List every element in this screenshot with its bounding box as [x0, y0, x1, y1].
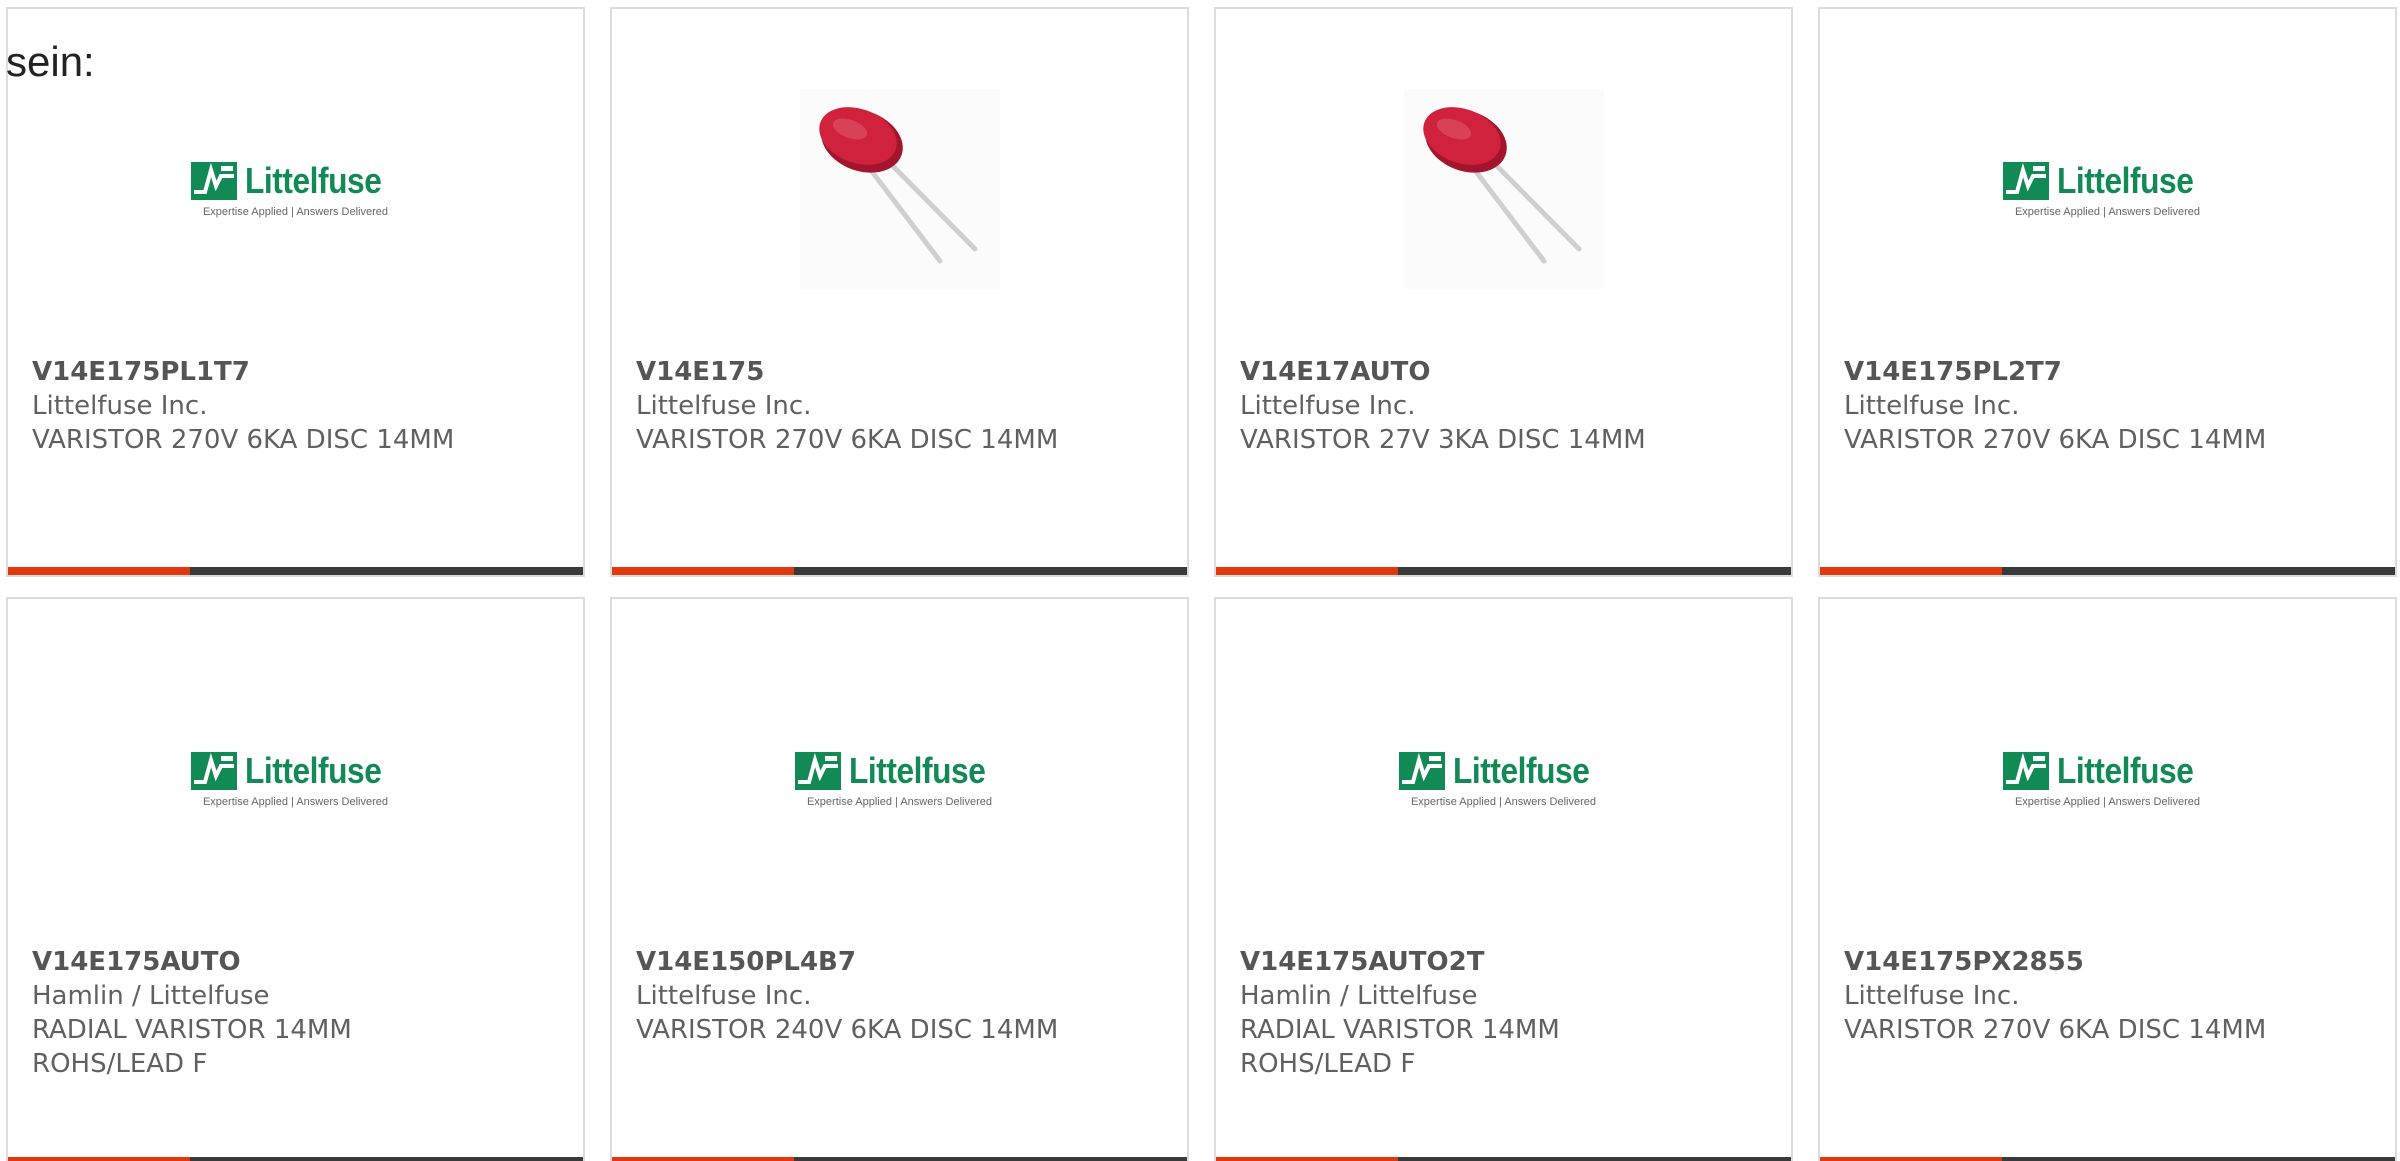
littelfuse-logo-icon: [1398, 752, 1445, 790]
card-bottom-bar: [8, 567, 583, 575]
product-description: VARISTOR 27V 3KA DISC 14MM: [1240, 425, 1646, 455]
product-image[interactable]: Littelfuse Expertise Applied | Answers D…: [8, 669, 583, 889]
littelfuse-logo: Littelfuse Expertise Applied | Answers D…: [794, 750, 1004, 808]
product-card[interactable]: Littelfuse Expertise Applied | Answers D…: [6, 597, 585, 1161]
card-bottom-bar: [1820, 1157, 2395, 1161]
logo-tagline: Expertise Applied | Answers Delivered: [202, 206, 389, 218]
part-number-link[interactable]: V14E175PL2T7: [1844, 355, 2375, 389]
littelfuse-logo: Littelfuse Expertise Applied | Answers D…: [2002, 750, 2212, 808]
part-number-link[interactable]: V14E175PX2855: [1844, 945, 2375, 979]
logo-tagline: Expertise Applied | Answers Delivered: [806, 796, 993, 808]
card-accent-bar: [8, 567, 190, 575]
product-image[interactable]: Littelfuse Expertise Applied | Answers D…: [1820, 669, 2395, 889]
product-image[interactable]: [1216, 79, 1791, 299]
product-description: VARISTOR 270V 6KA DISC 14MM: [1844, 1015, 2267, 1045]
product-description: VARISTOR 270V 6KA DISC 14MM: [1844, 425, 2267, 455]
product-description: VARISTOR 240V 6KA DISC 14MM: [636, 1015, 1059, 1045]
part-number-link[interactable]: V14E175PL1T7: [32, 355, 563, 389]
littelfuse-logo: Littelfuse Expertise Applied | Answers D…: [190, 160, 400, 218]
logo-tagline: Expertise Applied | Answers Delivered: [2014, 796, 2201, 808]
logo-wordmark: Littelfuse: [244, 160, 382, 201]
product-info: V14E175AUTO Hamlin / Littelfuse RADIAL VAR…: [32, 945, 563, 1081]
product-info: V14E175AUTO2T Hamlin / Littelfuse RADIAL V…: [1240, 945, 1771, 1081]
product-image[interactable]: Littelfuse Expertise Applied | Answers D…: [1216, 669, 1791, 889]
littelfuse-logo: Littelfuse Expertise Applied | Answers D…: [2002, 160, 2212, 218]
part-number-link[interactable]: V14E17AUTO: [1240, 355, 1771, 389]
product-image[interactable]: Littelfuse Expertise Applied | Answers D…: [1820, 79, 2395, 299]
product-info: V14E175 Littelfuse Inc. VARISTOR 270V 6KA …: [636, 355, 1167, 457]
littelfuse-logo-icon: [190, 162, 237, 200]
manufacturer-name: Hamlin / Littelfuse: [32, 981, 270, 1011]
product-card[interactable]: Littelfuse Expertise Applied | Answers D…: [1818, 597, 2397, 1161]
product-description-cont: ROHS/LEAD F: [32, 1049, 208, 1079]
manufacturer-name: Littelfuse Inc.: [636, 981, 812, 1011]
logo-wordmark: Littelfuse: [244, 750, 382, 791]
logo-tagline: Expertise Applied | Answers Delivered: [1410, 796, 1597, 808]
card-accent-bar: [1820, 1157, 2002, 1161]
product-card[interactable]: Littelfuse Expertise Applied | Answers D…: [6, 7, 585, 577]
manufacturer-name: Littelfuse Inc.: [636, 391, 812, 421]
varistor-photo: [799, 89, 1000, 289]
logo-tagline: Expertise Applied | Answers Delivered: [2014, 206, 2201, 218]
manufacturer-name: Littelfuse Inc.: [1240, 391, 1416, 421]
product-description: VARISTOR 270V 6KA DISC 14MM: [636, 425, 1059, 455]
product-card[interactable]: Littelfuse Expertise Applied | Answers D…: [610, 597, 1189, 1161]
littelfuse-logo-icon: [190, 752, 237, 790]
manufacturer-name: Littelfuse Inc.: [32, 391, 208, 421]
product-info: V14E175PL2T7 Littelfuse Inc. VARISTOR 270V…: [1844, 355, 2375, 457]
card-bottom-bar: [612, 1157, 1187, 1161]
product-info: V14E175PL1T7 Littelfuse Inc. VARISTOR 270V…: [32, 355, 563, 457]
card-accent-bar: [1216, 1157, 1398, 1161]
product-card[interactable]: V14E17AUTO Littelfuse Inc. VARISTOR 27V 3K…: [1214, 7, 1793, 577]
card-accent-bar: [612, 1157, 794, 1161]
manufacturer-name: Littelfuse Inc.: [1844, 391, 2020, 421]
product-info: V14E150PL4B7 Littelfuse Inc. VARISTOR 240V…: [636, 945, 1167, 1047]
card-bottom-bar: [1820, 567, 2395, 575]
product-image[interactable]: Littelfuse Expertise Applied | Answers D…: [8, 79, 583, 299]
product-card[interactable]: Littelfuse Expertise Applied | Answers D…: [1818, 7, 2397, 577]
product-image[interactable]: [612, 79, 1187, 299]
product-description: RADIAL VARISTOR 14MM: [1240, 1015, 1560, 1045]
product-info: V14E175PX2855 Littelfuse Inc. VARISTOR 270…: [1844, 945, 2375, 1047]
manufacturer-name: Littelfuse Inc.: [1844, 981, 2020, 1011]
product-image[interactable]: Littelfuse Expertise Applied | Answers D…: [612, 669, 1187, 889]
logo-wordmark: Littelfuse: [2056, 750, 2194, 791]
product-description: VARISTOR 270V 6KA DISC 14MM: [32, 425, 455, 455]
logo-wordmark: Littelfuse: [1452, 750, 1590, 791]
card-accent-bar: [1820, 567, 2002, 575]
littelfuse-logo-icon: [2002, 162, 2049, 200]
manufacturer-name: Hamlin / Littelfuse: [1240, 981, 1478, 1011]
littelfuse-logo: Littelfuse Expertise Applied | Answers D…: [1398, 750, 1608, 808]
logo-wordmark: Littelfuse: [848, 750, 986, 791]
product-info: V14E17AUTO Littelfuse Inc. VARISTOR 27V 3K…: [1240, 355, 1771, 457]
logo-tagline: Expertise Applied | Answers Delivered: [202, 796, 389, 808]
card-accent-bar: [8, 1157, 190, 1161]
card-bottom-bar: [612, 567, 1187, 575]
varistor-photo: [1403, 89, 1604, 289]
part-number-link[interactable]: V14E175AUTO: [32, 945, 563, 979]
intro-text: sein:: [6, 38, 95, 85]
littelfuse-logo: Littelfuse Expertise Applied | Answers D…: [190, 750, 400, 808]
logo-wordmark: Littelfuse: [2056, 160, 2194, 201]
product-description-cont: ROHS/LEAD F: [1240, 1049, 1416, 1079]
product-description: RADIAL VARISTOR 14MM: [32, 1015, 352, 1045]
card-accent-bar: [612, 567, 794, 575]
part-number-link[interactable]: V14E150PL4B7: [636, 945, 1167, 979]
part-number-link[interactable]: V14E175: [636, 355, 1167, 389]
littelfuse-logo-icon: [2002, 752, 2049, 790]
card-bottom-bar: [8, 1157, 583, 1161]
product-card[interactable]: Littelfuse Expertise Applied | Answers D…: [1214, 597, 1793, 1161]
part-number-link[interactable]: V14E175AUTO2T: [1240, 945, 1771, 979]
card-bottom-bar: [1216, 567, 1791, 575]
card-bottom-bar: [1216, 1157, 1791, 1161]
card-accent-bar: [1216, 567, 1398, 575]
littelfuse-logo-icon: [794, 752, 841, 790]
product-card[interactable]: V14E175 Littelfuse Inc. VARISTOR 270V 6KA …: [610, 7, 1189, 577]
